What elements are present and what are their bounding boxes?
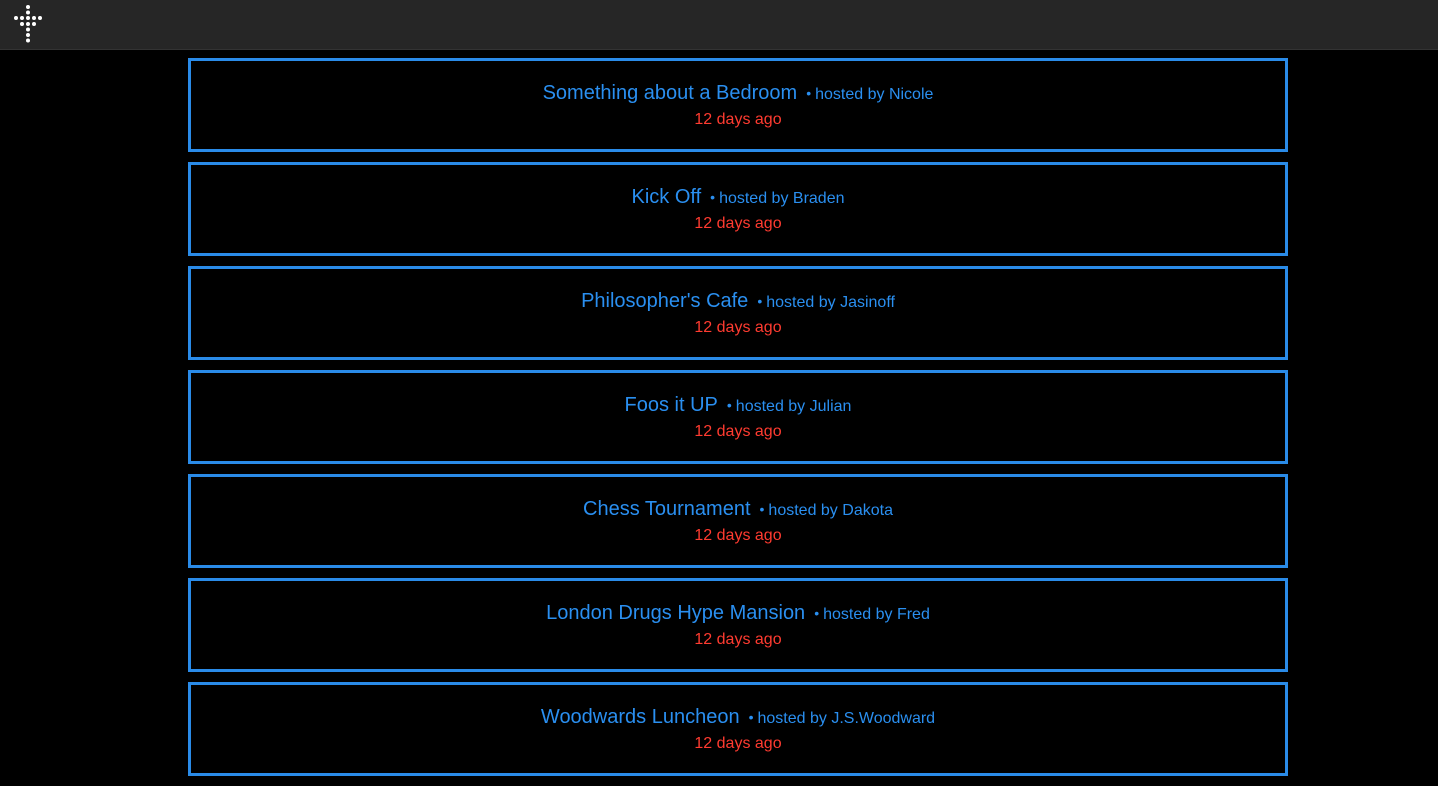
host-name: Nicole [888,86,934,103]
host-prefix: hosted by [766,294,836,311]
event-card[interactable]: Woodwards Luncheon • hosted by J.S.Woodwar… [188,682,1288,776]
event-card[interactable]: Chess Tournament • hosted by Dakota 12 day… [188,474,1288,568]
event-time: 12 days ago [694,527,782,544]
host-prefix: hosted by [735,398,806,415]
separator-dot: • [710,189,716,205]
event-title-line: Kick Off • hosted by Braden [191,165,1285,210]
event-card[interactable]: Foos it UP • hosted by Julian 12 days ago [188,370,1288,464]
separator-dot: • [748,709,754,725]
separator-dot: • [806,85,812,101]
event-title-line: Philosopher's Cafe • hosted by Jasinoff [191,269,1285,314]
host-name: Jasinoff [840,294,895,311]
host-name: Fred [896,606,930,623]
host-prefix: hosted by [757,710,827,727]
separator-dot: • [814,605,820,621]
host-name: Julian [809,398,852,415]
separator-dot: • [726,397,732,413]
event-card[interactable]: Kick Off • hosted by Braden 12 days ago [188,162,1288,256]
event-time: 12 days ago [694,111,782,128]
host-prefix: hosted by [823,606,893,623]
separator-dot: • [757,293,763,309]
event-card[interactable]: London Drugs Hype Mansion • hosted by Fred… [188,578,1288,672]
dotted-cross-logo-icon[interactable] [12,4,44,44]
host-prefix: hosted by [815,86,885,103]
event-title-line: London Drugs Hype Mansion • hosted by Fred [191,581,1285,626]
separator-dot: • [759,501,765,517]
host-prefix: hosted by [768,502,838,519]
event-title[interactable]: Something about a Bedroom [543,82,798,104]
event-time: 12 days ago [694,319,782,336]
event-time: 12 days ago [694,631,782,648]
event-card[interactable]: Philosopher's Cafe • hosted by Jasinoff 12… [188,266,1288,360]
host-name: Braden [792,190,845,207]
top-bar [0,0,1438,50]
event-title[interactable]: Philosopher's Cafe [581,290,748,312]
event-title[interactable]: Kick Off [632,186,702,208]
event-list: Something about a Bedroom • hosted by Nico… [188,58,1288,786]
event-title-line: Woodwards Luncheon • hosted by J.S.Woodwar… [191,685,1285,730]
host-name: J.S.Woodward [831,710,936,727]
event-time: 12 days ago [694,423,782,440]
event-time: 12 days ago [694,215,782,232]
host-prefix: hosted by [719,190,789,207]
event-title-line: Foos it UP • hosted by Julian [191,373,1285,418]
event-title-line: Something about a Bedroom • hosted by Nico… [191,61,1285,106]
event-title[interactable]: Foos it UP [625,394,718,416]
event-time: 12 days ago [694,735,782,752]
host-name: Dakota [842,502,893,519]
event-title[interactable]: Woodwards Luncheon [541,706,740,728]
event-title[interactable]: London Drugs Hype Mansion [546,602,805,624]
event-title[interactable]: Chess Tournament [583,498,751,520]
event-title-line: Chess Tournament • hosted by Dakota [191,477,1285,522]
event-card[interactable]: Something about a Bedroom • hosted by Nico… [188,58,1288,152]
